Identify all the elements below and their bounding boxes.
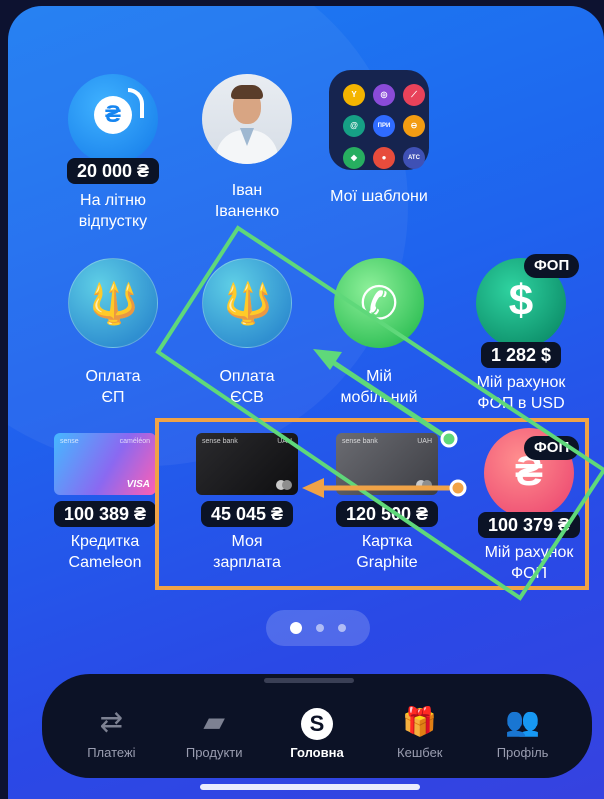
credit-card-image: sense caméléon VISA — [54, 433, 156, 495]
transfer-arrows-icon: ⇄ — [99, 705, 124, 737]
page-indicator[interactable] — [266, 610, 370, 646]
tile-summer-vacation[interactable]: ₴ 20 000 ₴ На літню відпустку — [48, 74, 178, 232]
tile-label: Мій рахунок ФОП — [484, 544, 574, 582]
tile-label: Кредитка Cameleon — [68, 533, 142, 571]
nav-profile[interactable]: 👥 Профіль — [478, 693, 568, 760]
balance-badge: 45 045 ₴ — [200, 501, 294, 527]
page-dot[interactable] — [316, 624, 324, 632]
nav-payments[interactable]: ⇄ Платежі — [66, 693, 156, 760]
debit-card-image: sense bank UAH — [196, 433, 298, 495]
home-indicator[interactable] — [200, 784, 420, 790]
tile-label: Оплата ЄСВ — [219, 368, 275, 406]
balance-badge: 120 500 ₴ — [335, 501, 439, 527]
trident-icon: 🔱 — [68, 258, 158, 348]
tile-label: Іван Іваненко — [214, 182, 280, 220]
tile-label: Моя зарплата — [213, 533, 281, 571]
trident-icon: 🔱 — [202, 258, 292, 348]
gift-icon: 🎁 — [402, 705, 438, 737]
page-dot-active[interactable] — [290, 622, 302, 634]
tile-contact-ivan[interactable]: Іван Іваненко — [182, 74, 312, 222]
contact-avatar — [202, 74, 292, 164]
sense-logo-icon: S — [300, 707, 333, 740]
tile-label: Оплата ЄП — [85, 368, 141, 406]
mastercard-logo — [276, 480, 292, 490]
fop-badge: ФОП — [524, 436, 580, 460]
tile-label: Мій рахунок ФОП в USD — [476, 374, 566, 412]
phone-icon: ✆ — [334, 258, 424, 348]
tile-fop-uah[interactable]: ₴ ФОП 100 379 ₴ Мій рахунок ФОП — [464, 428, 594, 584]
tile-card-salary[interactable]: sense bank UAH 45 045 ₴ Моя зарплата — [182, 433, 312, 573]
nav-home[interactable]: S Головна — [272, 693, 362, 760]
cards-stack-icon: ▰ — [203, 705, 225, 737]
tile-card-cameleon[interactable]: sense caméléon VISA 100 389 ₴ Кредитка C… — [40, 433, 170, 573]
tile-label: На літню відпустку — [78, 192, 148, 230]
balance-badge: 1 282 $ — [480, 342, 562, 368]
nav-products[interactable]: ▰ Продукти — [169, 693, 259, 760]
tile-pay-ep[interactable]: 🔱 Оплата ЄП — [48, 258, 178, 408]
tile-pay-esv[interactable]: 🔱 Оплата ЄСВ — [182, 258, 312, 408]
tile-label: Мої шаблони — [330, 188, 428, 205]
debit-card-image: sense bank UAH — [336, 433, 438, 495]
bottom-navigation: ⇄ Платежі ▰ Продукти S Головна 🎁 Кешбек … — [42, 674, 592, 778]
page-dot[interactable] — [338, 624, 346, 632]
euro-savings-icon: ₴ — [68, 74, 158, 164]
balance-badge: 100 379 ₴ — [477, 512, 581, 538]
tile-fop-usd[interactable]: $ ФОП 1 282 $ Мій рахунок ФОП в USD — [456, 254, 586, 414]
tile-label: Мій мобільний — [340, 368, 418, 406]
tile-my-templates[interactable]: Y ◎ ⟋ @ ПРИ ⊖ ◆ ● ATC Мої шаблони — [314, 70, 444, 207]
fop-badge: ФОП — [524, 254, 580, 278]
balance-badge: 100 389 ₴ — [53, 501, 157, 527]
users-icon: 👥 — [505, 705, 541, 737]
balance-badge: 20 000 ₴ — [66, 158, 160, 184]
mastercard-logo — [416, 480, 432, 490]
tile-label: Картка Graphite — [356, 533, 418, 571]
drag-handle[interactable] — [264, 678, 354, 683]
templates-grid-icon: Y ◎ ⟋ @ ПРИ ⊖ ◆ ● ATC — [329, 70, 429, 170]
nav-cashback[interactable]: 🎁 Кешбек — [375, 693, 465, 760]
visa-logo: VISA — [126, 479, 150, 490]
tile-my-mobile[interactable]: ✆ Мій мобільний — [314, 258, 444, 408]
tile-card-graphite[interactable]: sense bank UAH 120 500 ₴ Картка Graphite — [322, 433, 452, 573]
